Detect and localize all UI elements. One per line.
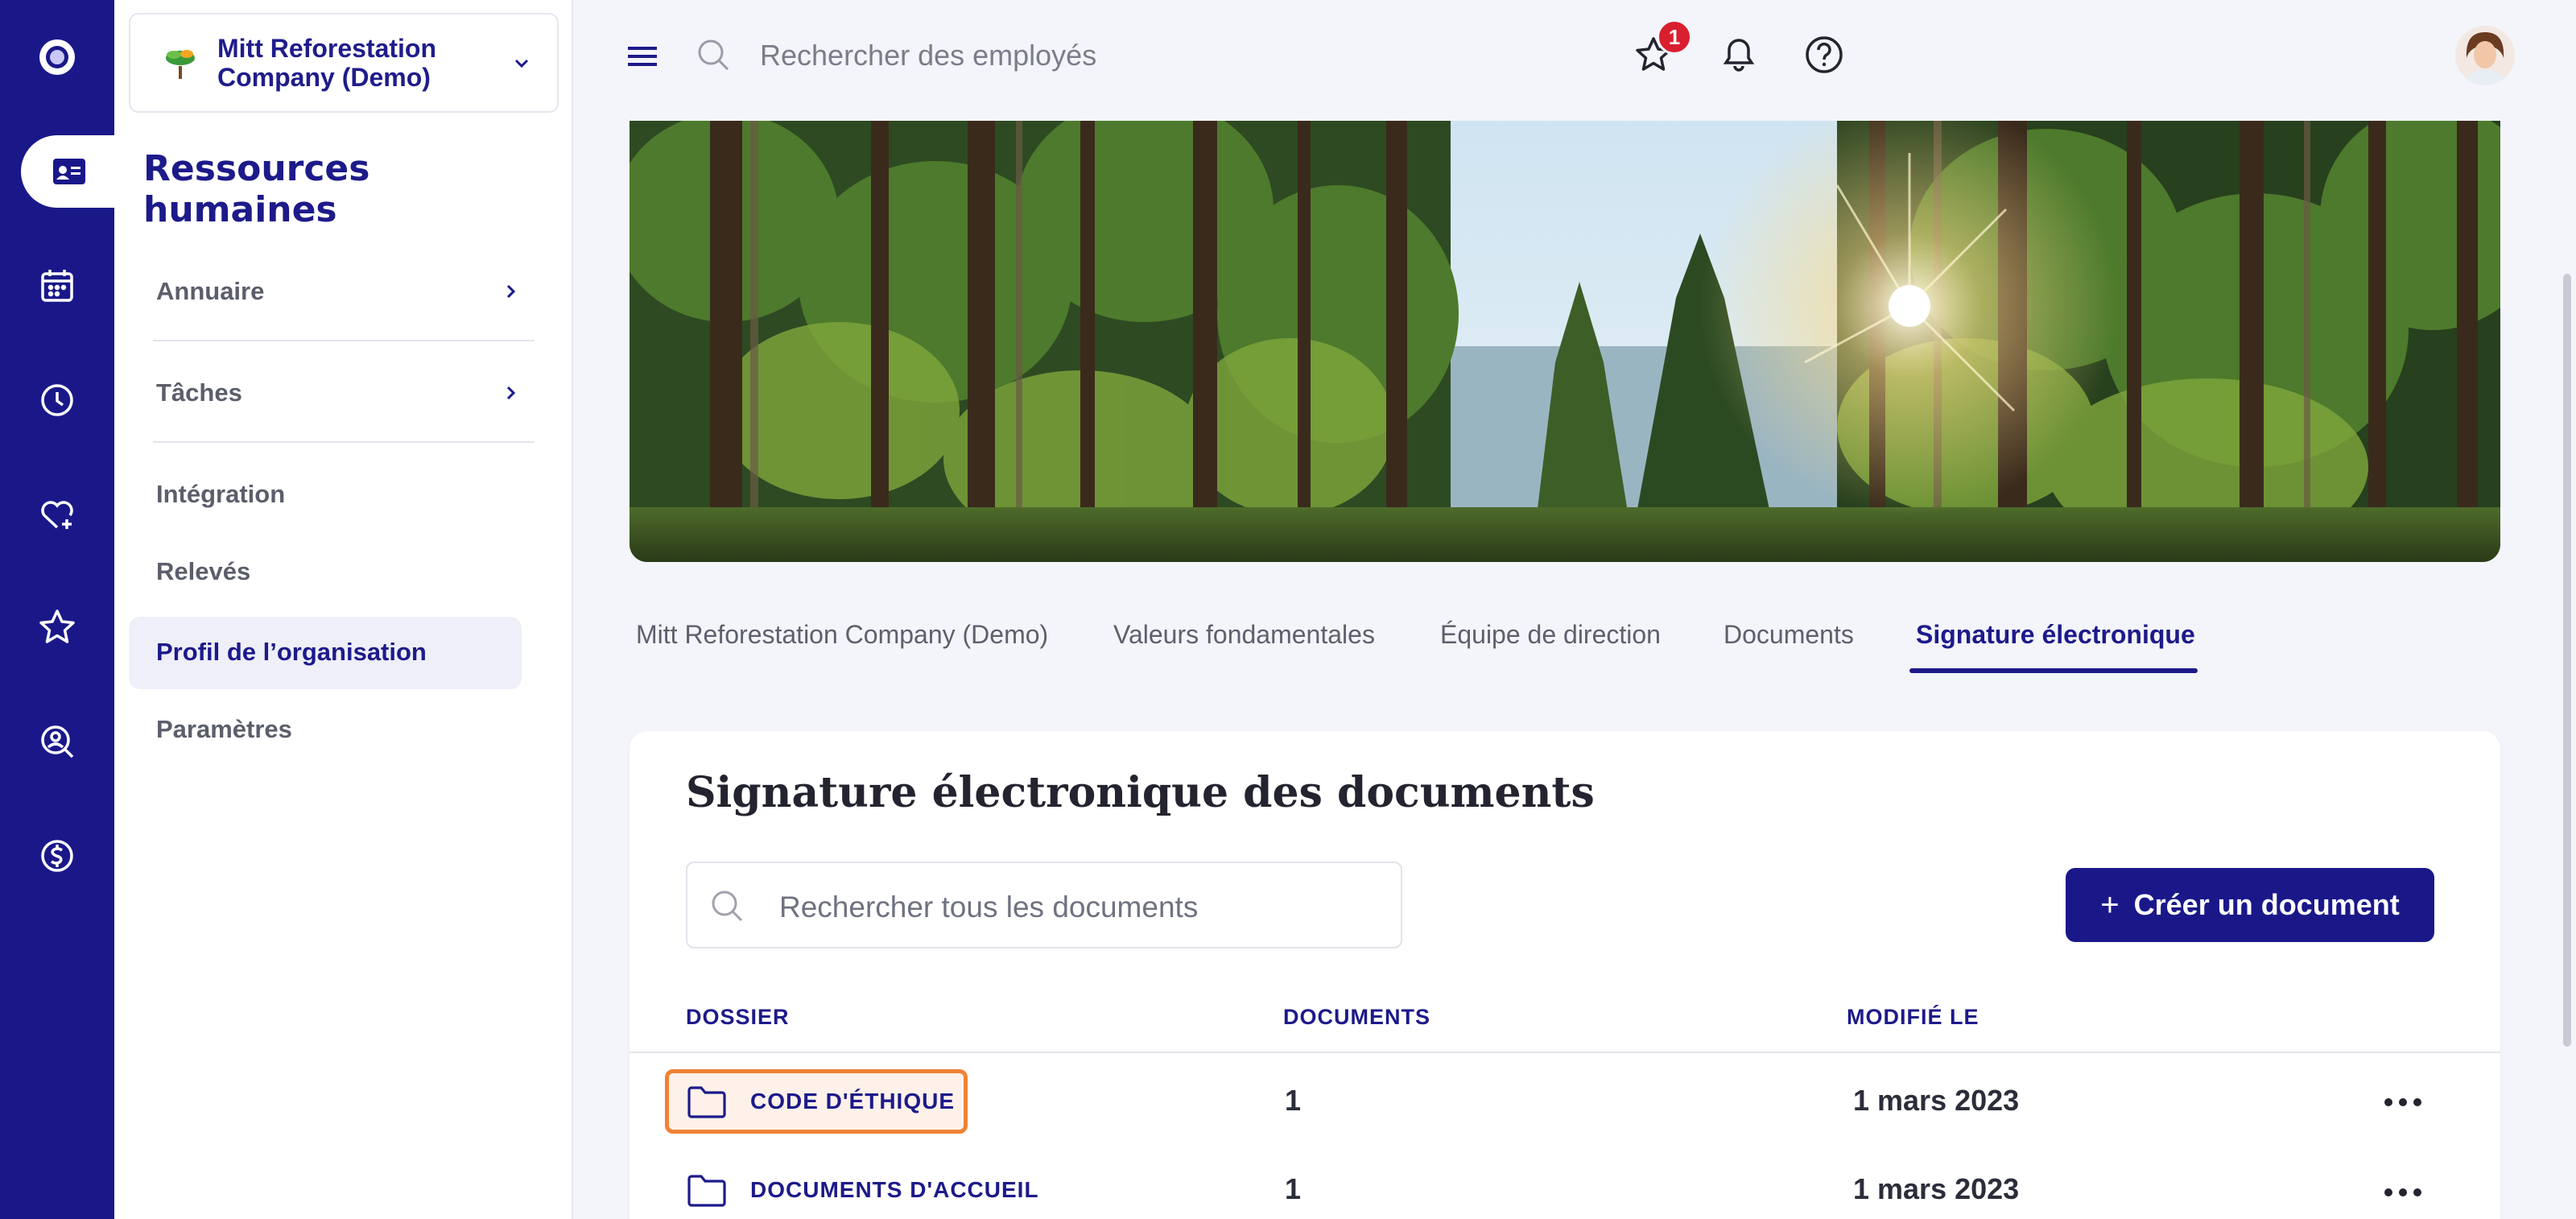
- more-options-icon[interactable]: [2383, 1097, 2423, 1108]
- folder-link[interactable]: CODE D'ÉTHIQUE: [686, 1077, 955, 1126]
- org-switcher[interactable]: Mitt Reforestation Company (Demo): [129, 13, 559, 113]
- nav-item-label: Annuaire: [156, 277, 265, 305]
- organization-banner-image: [630, 121, 2500, 562]
- nav-item-label: Intégration: [156, 480, 286, 508]
- tab-company[interactable]: Mitt Reforestation Company (Demo): [636, 620, 1048, 650]
- active-tab-indicator: [1909, 668, 2198, 673]
- calendar-icon[interactable]: [0, 250, 114, 322]
- hr-contact-card-icon[interactable]: [21, 135, 118, 208]
- modified-date: 1 mars 2023: [1853, 1084, 2020, 1117]
- divider: [153, 340, 535, 341]
- tab-core-values[interactable]: Valeurs fondamentales: [1113, 620, 1375, 650]
- side-panel: Mitt Reforestation Company (Demo) Ressou…: [114, 0, 573, 1219]
- star-check-icon[interactable]: [0, 591, 114, 663]
- clock-icon[interactable]: [0, 364, 114, 436]
- folder-name: DOCUMENTS D'ACCUEIL: [750, 1177, 1039, 1202]
- nav-item-label: Profil de l’organisation: [156, 638, 427, 666]
- org-logo-icon: [166, 50, 195, 79]
- page-scrollbar[interactable]: [2563, 274, 2571, 1047]
- nav-item-label: Relevés: [156, 557, 251, 585]
- divider: [630, 1052, 2500, 1053]
- bell-icon[interactable]: [1715, 31, 1763, 79]
- user-avatar-image: [2455, 26, 2515, 85]
- search-icon: [712, 890, 743, 922]
- section-title: Ressources humaines: [143, 148, 370, 230]
- card-title: Signature électronique des documents: [686, 768, 1595, 817]
- heart-plus-icon[interactable]: [0, 478, 114, 551]
- nav-item-profil-organisation[interactable]: Profil de l’organisation: [156, 620, 535, 684]
- column-header-folder[interactable]: DOSSIER: [686, 1005, 790, 1030]
- dollar-coin-icon[interactable]: [0, 820, 114, 892]
- folder-icon: [687, 1086, 726, 1118]
- create-document-button[interactable]: + Créer un document: [2066, 868, 2434, 942]
- org-name: Mitt Reforestation Company (Demo): [217, 34, 436, 92]
- create-document-label: Créer un document: [2133, 888, 2400, 921]
- tab-e-signature[interactable]: Signature électronique: [1916, 620, 2195, 650]
- employee-search-input[interactable]: Rechercher des employés: [760, 39, 1096, 72]
- nav-item-taches[interactable]: Tâches: [156, 361, 535, 425]
- chevron-right-icon: [506, 284, 516, 299]
- e-signature-card: Signature électronique des documents Rec…: [630, 731, 2500, 1219]
- nav-item-releves[interactable]: Relevés: [156, 539, 535, 604]
- tab-documents[interactable]: Documents: [1724, 620, 1854, 650]
- divider: [153, 441, 535, 443]
- menu-icon[interactable]: [623, 37, 662, 76]
- user-avatar[interactable]: [2455, 26, 2515, 85]
- chevron-right-icon: [506, 386, 516, 400]
- top-bar: Rechercher des employés 1: [573, 0, 2576, 121]
- nav-item-parametres[interactable]: Paramètres: [156, 697, 535, 762]
- nav-item-annuaire[interactable]: Annuaire: [156, 259, 535, 324]
- help-icon[interactable]: [1800, 31, 1848, 79]
- document-search-input[interactable]: Rechercher tous les documents: [686, 862, 1402, 948]
- nav-item-label: Tâches: [156, 378, 242, 407]
- document-search-placeholder: Rechercher tous les documents: [779, 890, 1199, 924]
- folder-link[interactable]: DOCUMENTS D'ACCUEIL: [686, 1166, 1039, 1214]
- nav-item-label: Paramètres: [156, 715, 292, 743]
- folder-icon: [687, 1175, 726, 1207]
- nav-item-integration[interactable]: Intégration: [156, 462, 535, 527]
- notification-badge: 1: [1657, 19, 1692, 55]
- chevron-down-icon: [514, 59, 529, 68]
- app-rail: [0, 0, 118, 1219]
- more-options-icon[interactable]: [2383, 1187, 2423, 1198]
- tab-leadership-team[interactable]: Équipe de direction: [1440, 620, 1661, 650]
- document-count: 1: [1285, 1172, 1302, 1205]
- plus-icon: +: [2100, 886, 2120, 923]
- search-person-icon[interactable]: [0, 705, 114, 778]
- column-header-documents[interactable]: DOCUMENTS: [1283, 1005, 1430, 1030]
- folder-name: CODE D'ÉTHIQUE: [750, 1089, 956, 1114]
- document-count: 1: [1285, 1084, 1302, 1117]
- column-header-modified[interactable]: MODIFIÉ LE: [1847, 1005, 1979, 1030]
- app-logo-icon[interactable]: [0, 21, 114, 93]
- search-icon: [698, 39, 729, 71]
- modified-date: 1 mars 2023: [1853, 1172, 2020, 1205]
